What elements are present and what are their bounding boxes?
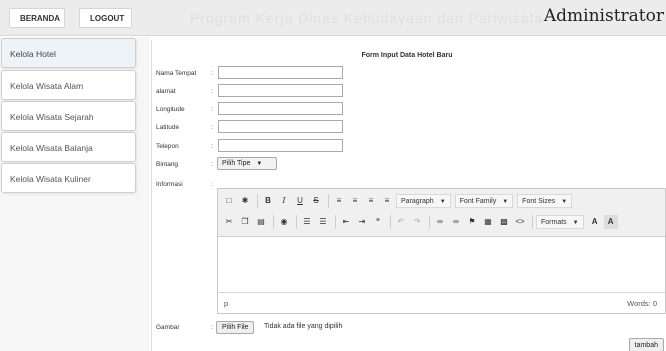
toolbar-divider <box>273 214 274 229</box>
align-left-icon[interactable]: ≡ <box>332 194 346 208</box>
nav-logout-button[interactable]: LOGOUT <box>79 8 132 28</box>
longitude-input[interactable] <box>218 102 343 115</box>
alamat-label: alamat <box>156 88 176 95</box>
toolbar-divider <box>429 214 430 229</box>
top-bar: BERANDA LOGOUT Program Kerja Dinas Kebud… <box>0 0 666 36</box>
sidebar-item-kelola-wisata-balanja[interactable]: Kelola Wisata Balanja <box>1 132 136 162</box>
tambah-button[interactable]: tambah <box>628 338 664 351</box>
italic-icon[interactable]: I <box>277 194 291 208</box>
admin-brand: Administrator <box>543 6 664 26</box>
colon: : <box>211 161 213 168</box>
chevron-down-icon: ▼ <box>256 161 263 167</box>
file-status-text: Tidak ada file yang dipilih <box>264 323 343 330</box>
bullet-list-icon[interactable]: ☰ <box>300 215 314 229</box>
paragraph-dropdown-label: Paragraph <box>401 197 434 205</box>
code-icon[interactable]: <> <box>513 215 527 229</box>
longitude-label: Longitude <box>156 106 185 113</box>
colon: : <box>211 324 213 331</box>
form-title: Form Input Data Hotel Baru <box>361 52 453 59</box>
cut-icon[interactable]: ✂ <box>222 215 236 229</box>
formats-dropdown-label: Formats <box>541 218 567 226</box>
image-icon[interactable]: ▦ <box>481 215 495 229</box>
formats-dropdown[interactable]: Formats ▼ <box>536 214 584 229</box>
align-center-icon[interactable]: ≡ <box>348 194 362 208</box>
gambar-label: Gambar <box>156 324 180 331</box>
colon: : <box>211 143 213 150</box>
chevron-down-icon: ▼ <box>502 198 509 205</box>
colon: : <box>211 70 213 77</box>
paragraph-dropdown[interactable]: Paragraph ▼ <box>396 193 451 208</box>
align-right-icon[interactable]: ≡ <box>364 194 378 208</box>
chevron-down-icon: ▼ <box>439 198 446 205</box>
alamat-input[interactable] <box>218 84 343 97</box>
editor-content-area[interactable] <box>218 237 665 292</box>
numbered-list-icon[interactable]: ☰ <box>316 215 330 229</box>
bold-icon[interactable]: B <box>261 194 275 208</box>
latitude-label: Latitude <box>156 124 180 131</box>
media-icon[interactable]: ▩ <box>497 215 511 229</box>
redo-icon[interactable]: ↷ <box>410 215 424 229</box>
toolbar-divider <box>257 193 258 208</box>
sidebar-item-kelola-hotel[interactable]: Kelola Hotel <box>1 38 136 68</box>
bintang-select-value: Pilih Tipe <box>222 160 251 167</box>
toolbar-divider <box>328 193 329 208</box>
text-color-icon[interactable]: A <box>588 215 602 229</box>
colon: : <box>211 181 213 188</box>
element-path[interactable]: p <box>224 299 228 308</box>
chevron-down-icon: ▼ <box>561 198 568 205</box>
sidebar-item-kelola-wisata-sejarah[interactable]: Kelola Wisata Sejarah <box>1 101 136 131</box>
telepon-input[interactable] <box>218 139 343 152</box>
header-faded-title: Program Kerja Dinas Kebudayaan dan Pariw… <box>190 10 544 26</box>
underline-icon[interactable]: U <box>293 194 307 208</box>
indent-icon[interactable]: ⇥ <box>355 215 369 229</box>
nama-tempat-label: Nama Tempat <box>156 70 197 77</box>
link-icon[interactable]: ∞ <box>433 215 447 229</box>
colon: : <box>211 106 213 113</box>
sidebar-item-kelola-wisata-kuliner[interactable]: Kelola Wisata Kuliner <box>1 163 136 193</box>
editor-toolbar: □ ✱ B I U S ≡ ≡ ≡ ≡ Paragraph ▼ Font Fami… <box>218 189 665 237</box>
nav-beranda-button[interactable]: BERANDA <box>9 8 65 28</box>
settings-icon[interactable]: ✱ <box>238 194 252 208</box>
telepon-label: Telepon <box>156 143 179 150</box>
colon: : <box>211 124 213 131</box>
sidebar: Kelola Hotel Kelola Wisata Alam Kelola W… <box>0 37 150 351</box>
paste-icon[interactable]: ▤ <box>254 215 268 229</box>
toolbar-divider <box>390 214 391 229</box>
strikethrough-icon[interactable]: S <box>309 194 323 208</box>
unlink-icon[interactable]: ∞ <box>449 215 463 229</box>
sidebar-item-kelola-wisata-alam[interactable]: Kelola Wisata Alam <box>1 70 136 100</box>
font-sizes-dropdown[interactable]: Font Sizes ▼ <box>517 193 573 208</box>
blockquote-icon[interactable]: “ <box>371 215 385 229</box>
rich-text-editor: □ ✱ B I U S ≡ ≡ ≡ ≡ Paragraph ▼ Font Fami… <box>217 188 666 314</box>
background-color-icon[interactable]: A <box>603 214 618 229</box>
find-replace-icon[interactable]: ◉ <box>277 215 291 229</box>
colon: : <box>211 88 213 95</box>
bintang-select[interactable]: Pilih Tipe ▼ <box>217 157 277 170</box>
toolbar-divider <box>532 214 533 229</box>
informasi-label: Informasi <box>156 181 183 188</box>
outdent-icon[interactable]: ⇤ <box>339 215 353 229</box>
main-panel: Form Input Data Hotel Baru Nama Tempat :… <box>151 40 666 351</box>
toolbar-divider <box>296 214 297 229</box>
editor-statusbar: p Words: 0 <box>218 292 665 313</box>
choose-file-button[interactable]: Pilih File <box>216 321 255 334</box>
toolbar-divider <box>335 214 336 229</box>
copy-icon[interactable]: ❐ <box>238 215 252 229</box>
font-family-dropdown-label: Font Family <box>459 197 497 205</box>
nama-tempat-input[interactable] <box>218 66 343 79</box>
font-family-dropdown[interactable]: Font Family ▼ <box>454 193 514 208</box>
bintang-label: Bintang <box>156 161 179 168</box>
new-document-icon[interactable]: □ <box>222 194 236 208</box>
bookmark-icon[interactable]: ⚑ <box>465 215 479 229</box>
undo-icon[interactable]: ↶ <box>394 215 408 229</box>
font-sizes-dropdown-label: Font Sizes <box>522 197 556 205</box>
word-count: Words: 0 <box>627 299 657 308</box>
chevron-down-icon: ▼ <box>572 219 579 226</box>
align-justify-icon[interactable]: ≡ <box>380 194 394 208</box>
latitude-input[interactable] <box>218 120 343 133</box>
